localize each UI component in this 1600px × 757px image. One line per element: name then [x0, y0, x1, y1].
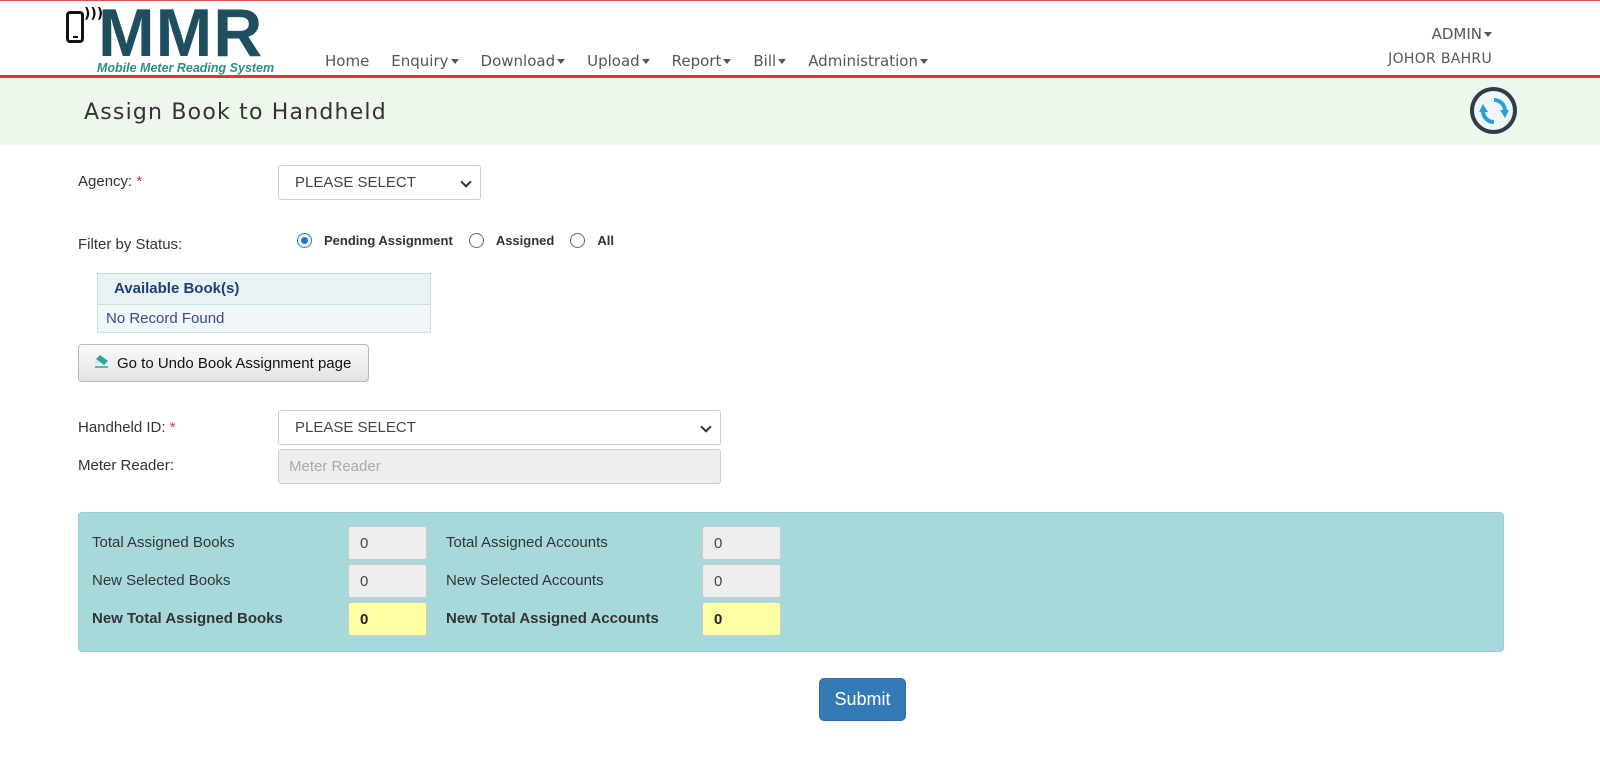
nav-bill-label: Bill	[753, 52, 777, 70]
caret-down-icon	[919, 59, 928, 64]
eraser-icon	[95, 355, 108, 368]
user-menu[interactable]: ADMIN	[1388, 25, 1492, 43]
logo-text: MMR	[98, 0, 264, 71]
user-panel: ADMIN JOHOR BAHRU	[1388, 25, 1492, 67]
assignment-summary-panel: Total Assigned Books 0 New Selected Book…	[78, 512, 1504, 652]
required-mark: *	[169, 419, 176, 436]
nav-home[interactable]: Home	[325, 52, 369, 70]
nav-upload-label: Upload	[587, 52, 640, 70]
user-name: ADMIN	[1431, 25, 1482, 43]
nav-enquiry-label: Enquiry	[391, 52, 449, 70]
radio-all[interactable]	[570, 233, 586, 248]
mmr-logo[interactable]: ))) MMR Mobile Meter Reading System	[64, 0, 294, 77]
chevron-down-icon	[460, 175, 472, 188]
navbar: ))) MMR Mobile Meter Reading System Home…	[0, 0, 1600, 77]
mobile-phone-icon	[66, 11, 84, 43]
undo-assignment-label: Go to Undo Book Assignment page	[117, 354, 352, 372]
undo-assignment-button[interactable]: Go to Undo Book Assignment page	[78, 344, 369, 382]
meter-reader-placeholder: Meter Reader	[289, 458, 381, 475]
nav-report[interactable]: Report	[672, 52, 732, 70]
radio-assigned-label[interactable]: Assigned	[496, 233, 555, 248]
nav-bill[interactable]: Bill	[753, 52, 787, 70]
nav-administration-label: Administration	[808, 52, 918, 70]
nav-report-label: Report	[671, 52, 722, 70]
available-books-header: Available Book(s)	[98, 274, 430, 305]
filter-label: Filter by Status:	[78, 236, 183, 253]
caret-down-icon	[723, 59, 732, 64]
user-location: JOHOR BAHRU	[1388, 51, 1492, 67]
meter-reader-field[interactable]: Meter Reader	[278, 449, 721, 484]
nav-home-label: Home	[325, 52, 370, 70]
nav-enquiry[interactable]: Enquiry	[391, 52, 459, 70]
agency-label-text: Agency:	[78, 173, 133, 190]
handheld-select[interactable]: PLEASE SELECT	[278, 410, 721, 445]
submit-button[interactable]: Submit	[819, 678, 906, 721]
agency-select[interactable]: PLEASE SELECT	[278, 165, 481, 200]
caret-down-icon	[641, 59, 650, 64]
caret-down-icon	[557, 59, 566, 64]
total-assigned-accounts-label: Total Assigned Accounts	[446, 534, 608, 551]
refresh-icon	[1478, 97, 1509, 124]
radio-all-label[interactable]: All	[597, 233, 614, 248]
page-header: Assign Book to Handheld	[0, 78, 1600, 145]
nav-download-label: Download	[480, 52, 556, 70]
logo-tagline: Mobile Meter Reading System	[97, 61, 275, 75]
new-selected-books-label: New Selected Books	[92, 572, 231, 589]
radio-pending-assignment-label[interactable]: Pending Assignment	[324, 233, 453, 248]
handheld-select-value: PLEASE SELECT	[295, 419, 416, 436]
caret-down-icon	[778, 59, 787, 64]
new-total-assigned-accounts-label: New Total Assigned Accounts	[446, 610, 659, 627]
main-menu: Home Enquiry Download Upload Report Bill…	[325, 52, 950, 70]
meter-reader-label: Meter Reader:	[78, 457, 174, 474]
radio-assigned[interactable]	[468, 233, 484, 248]
total-assigned-books-label: Total Assigned Books	[92, 534, 235, 551]
agency-select-value: PLEASE SELECT	[295, 174, 416, 191]
status-filter-group: Pending Assignment Assigned All	[297, 233, 630, 248]
caret-down-icon	[450, 59, 459, 64]
nav-download[interactable]: Download	[481, 52, 566, 70]
new-selected-accounts-label: New Selected Accounts	[446, 572, 604, 589]
handheld-label-text: Handheld ID:	[78, 419, 166, 436]
nav-administration[interactable]: Administration	[808, 52, 928, 70]
total-assigned-accounts-value: 0	[702, 526, 781, 560]
agency-label: Agency: *	[78, 173, 142, 190]
total-assigned-books-value: 0	[348, 526, 427, 560]
no-record-row: No Record Found	[106, 310, 225, 327]
nav-upload[interactable]: Upload	[587, 52, 650, 70]
page-title: Assign Book to Handheld	[84, 100, 387, 125]
new-selected-books-value: 0	[348, 564, 427, 598]
caret-down-icon	[1484, 32, 1492, 37]
radio-pending-assignment[interactable]	[297, 233, 312, 248]
new-selected-accounts-value: 0	[702, 564, 781, 598]
available-books-table: Available Book(s) No Record Found	[97, 273, 431, 333]
new-total-assigned-books-value: 0	[348, 602, 427, 636]
new-total-assigned-books-label: New Total Assigned Books	[92, 610, 283, 627]
chevron-down-icon	[700, 420, 712, 433]
handheld-label: Handheld ID: *	[78, 419, 176, 436]
new-total-assigned-accounts-value: 0	[702, 602, 781, 636]
refresh-button[interactable]	[1470, 87, 1517, 134]
required-mark: *	[136, 173, 143, 190]
